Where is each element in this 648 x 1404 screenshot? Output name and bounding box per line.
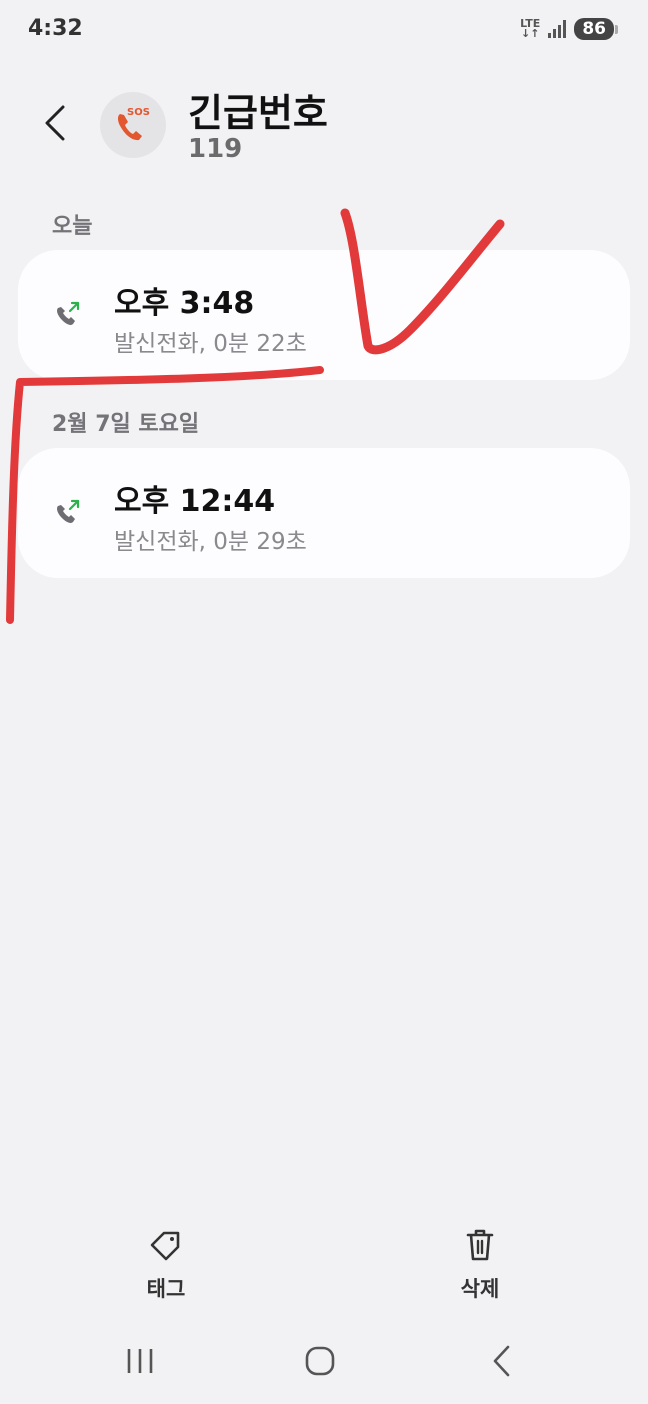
- sos-phone-icon: SOS: [117, 107, 150, 141]
- system-back-button[interactable]: [472, 1338, 532, 1384]
- recent-apps-icon: [127, 1349, 153, 1373]
- system-navigation-bar: [0, 1330, 648, 1390]
- recent-apps-button[interactable]: [110, 1338, 170, 1384]
- call-time: 오후 3:48: [114, 286, 255, 321]
- lte-icon: LTE ↓↑: [520, 17, 541, 40]
- home-button[interactable]: [290, 1338, 350, 1384]
- call-detail: 발신전화, 0분 29초: [114, 529, 307, 555]
- avatar-badge: SOS: [127, 107, 150, 118]
- contact-name: 긴급번호: [188, 91, 328, 135]
- battery-icon: 86: [574, 18, 618, 40]
- home-icon: [305, 1346, 335, 1376]
- avatar: SOS: [100, 92, 166, 158]
- tag-label: 태그: [146, 1277, 186, 1301]
- handwritten-annotation: [6, 208, 505, 624]
- call-log-item[interactable]: 오후 3:48 발신전화, 0분 22초: [18, 250, 630, 380]
- status-bar: 4:32 LTE ↓↑ 86: [0, 0, 648, 60]
- bottom-action-bar: 태그 삭제: [0, 1225, 648, 1315]
- tag-icon: [150, 1231, 180, 1261]
- back-button[interactable]: [30, 98, 80, 148]
- outgoing-call-icon: [52, 496, 84, 528]
- network-type: LTE: [520, 17, 541, 30]
- contact-number: 119: [188, 134, 243, 164]
- call-detail: 발신전화, 0분 22초: [114, 331, 307, 357]
- contact-header: SOS 긴급번호 119: [0, 70, 648, 190]
- trash-icon: [466, 1229, 494, 1261]
- call-log-item[interactable]: 오후 12:44 발신전화, 0분 29초: [18, 448, 630, 578]
- date-label-feb7: 2월 7일 토요일: [52, 412, 200, 437]
- signal-icon: [548, 20, 567, 38]
- back-arrow-icon: [45, 105, 65, 141]
- delete-label: 삭제: [460, 1277, 500, 1301]
- date-label-today: 오늘: [52, 214, 93, 239]
- tag-button[interactable]: 태그: [106, 1225, 226, 1315]
- delete-button[interactable]: 삭제: [420, 1225, 540, 1315]
- status-time: 4:32: [28, 16, 83, 41]
- status-icons: LTE ↓↑ 86: [520, 17, 618, 40]
- battery-level: 86: [582, 19, 606, 39]
- call-time: 오후 12:44: [114, 484, 276, 519]
- system-back-icon: [493, 1345, 510, 1377]
- outgoing-call-icon: [52, 298, 84, 330]
